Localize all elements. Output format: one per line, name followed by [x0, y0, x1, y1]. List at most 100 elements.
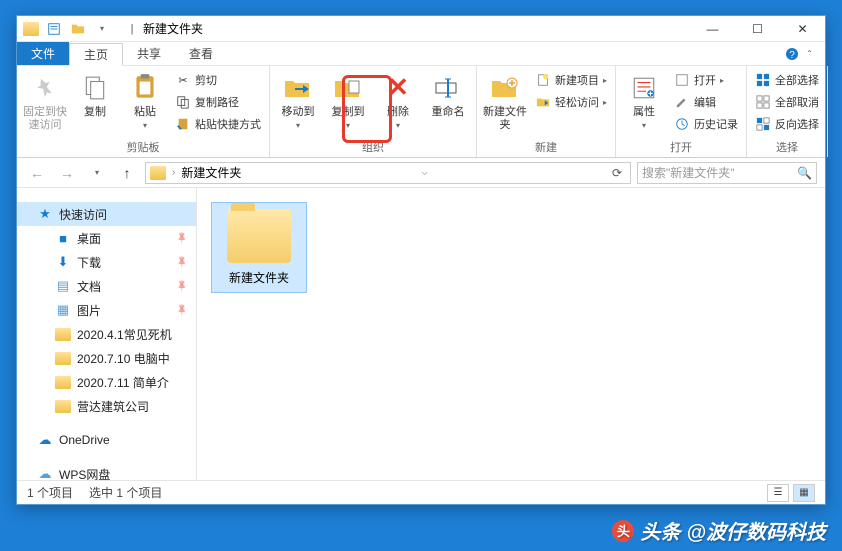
history-button[interactable]: 历史记录 [674, 114, 738, 134]
sidebar-item-folder3[interactable]: 2020.7.11 简单介 [17, 370, 196, 394]
recent-locations-button[interactable]: ▾ [85, 161, 109, 185]
search-input[interactable]: 搜索"新建文件夹" 🔍 [637, 162, 817, 184]
group-organize-label: 组织 [274, 137, 472, 157]
minimize-button[interactable]: — [690, 16, 735, 41]
status-bar: 1 个项目 选中 1 个项目 ☰ ▦ [17, 480, 825, 504]
folder-icon [55, 352, 71, 365]
qat-dropdown-icon[interactable]: ▾ [91, 19, 113, 39]
group-clipboard: 固定到快速访问 复制 粘贴 ▾ ✂剪切 复制路径 粘贴快捷方式 剪贴板 [17, 66, 270, 157]
folder-icon [55, 376, 71, 389]
open-button[interactable]: 打开 ▸ [674, 70, 738, 90]
watermark: 头 头条 @波仔数码科技 [612, 516, 826, 545]
ribbon: 固定到快速访问 复制 粘贴 ▾ ✂剪切 复制路径 粘贴快捷方式 剪贴板 [17, 66, 825, 158]
rename-label: 重命名 [432, 106, 465, 119]
sidebar-item-folder1[interactable]: 2020.4.1常见死机 [17, 322, 196, 346]
new-folder-button[interactable]: 新建文件夹 [481, 68, 529, 136]
easy-access-button[interactable]: 轻松访问 ▸ [535, 92, 607, 112]
copy-button[interactable]: 复制 [71, 68, 119, 123]
refresh-button[interactable]: ⟳ [608, 166, 626, 180]
download-icon: ⬇ [55, 254, 71, 270]
copy-label: 复制 [84, 106, 106, 119]
move-to-label: 移动到 [282, 106, 315, 119]
folder-icon [55, 400, 71, 413]
explorer-window: ▾ | 新建文件夹 — ☐ ✕ 文件 主页 共享 查看 ?⌃ 固定到快速访问 复… [16, 15, 826, 505]
tab-view[interactable]: 查看 [175, 42, 227, 65]
cloud-icon: ☁ [37, 432, 53, 448]
sidebar-item-wps[interactable]: ☁WPS网盘 [17, 462, 196, 480]
search-icon[interactable]: 🔍 [797, 166, 812, 180]
chevron-right-icon[interactable]: › [172, 167, 175, 178]
qat-properties-icon[interactable] [43, 19, 65, 39]
pin-to-quick-access-button[interactable]: 固定到快速访问 [21, 68, 69, 136]
back-button[interactable]: ← [25, 161, 49, 185]
sidebar-item-folder4[interactable]: 营达建筑公司 [17, 394, 196, 418]
group-select: 全部选择 全部取消 反向选择 选择 [747, 66, 828, 157]
navigation-pane[interactable]: ★快速访问 ■桌面 ⬇下载 ▤文档 ▦图片 2020.4.1常见死机 2020.… [17, 188, 197, 480]
group-clipboard-label: 剪贴板 [21, 137, 265, 157]
breadcrumb-segment[interactable]: 新建文件夹 [181, 164, 241, 181]
copy-to-label: 复制到 [332, 106, 365, 119]
sidebar-item-onedrive[interactable]: ☁OneDrive [17, 428, 196, 452]
window-title: 新建文件夹 [143, 20, 690, 37]
sidebar-item-pictures[interactable]: ▦图片 [17, 298, 196, 322]
copy-to-button[interactable]: 复制到▾ [324, 68, 372, 135]
breadcrumb-dropdown[interactable]: ⌵ [422, 168, 428, 178]
address-row: ← → ▾ ↑ › 新建文件夹 ⌵ ⟳ 搜索"新建文件夹" 🔍 [17, 158, 825, 188]
edit-button[interactable]: 编辑 [674, 92, 738, 112]
sidebar-item-documents[interactable]: ▤文档 [17, 274, 196, 298]
folder-icon [23, 22, 39, 36]
pin-label: 固定到快速访问 [23, 106, 67, 132]
close-button[interactable]: ✕ [780, 16, 825, 41]
folder-icon [227, 209, 291, 263]
invert-selection-button[interactable]: 反向选择 [755, 114, 819, 134]
group-open: 属性▾ 打开 ▸ 编辑 历史记录 打开 [616, 66, 747, 157]
select-all-button[interactable]: 全部选择 [755, 70, 819, 90]
qat-new-folder-icon[interactable] [67, 19, 89, 39]
svg-text:?: ? [790, 50, 796, 61]
delete-label: 删除 [387, 106, 409, 119]
tab-share[interactable]: 共享 [123, 42, 175, 65]
rename-button[interactable]: 重命名 [424, 68, 472, 123]
address-bar[interactable]: › 新建文件夹 ⌵ ⟳ [145, 162, 631, 184]
folder-icon [150, 166, 166, 180]
paste-button[interactable]: 粘贴 ▾ [121, 68, 169, 135]
watermark-icon: 头 [612, 520, 634, 542]
file-item-folder[interactable]: 新建文件夹 [211, 202, 307, 293]
paste-shortcut-button[interactable]: 粘贴快捷方式 [175, 114, 261, 134]
desktop-icon: ■ [55, 230, 71, 246]
titlebar[interactable]: ▾ | 新建文件夹 — ☐ ✕ [17, 16, 825, 42]
quick-access-toolbar: ▾ [43, 19, 113, 39]
maximize-button[interactable]: ☐ [735, 16, 780, 41]
tab-home[interactable]: 主页 [69, 43, 123, 66]
up-button[interactable]: ↑ [115, 161, 139, 185]
cloud-icon: ☁ [37, 466, 53, 480]
sidebar-item-desktop[interactable]: ■桌面 [17, 226, 196, 250]
paste-label: 粘贴 [134, 106, 156, 119]
pictures-icon: ▦ [55, 302, 71, 318]
star-icon: ★ [37, 206, 53, 222]
folder-icon [55, 328, 71, 341]
details-view-button[interactable]: ☰ [767, 484, 789, 502]
search-placeholder: 搜索"新建文件夹" [642, 164, 735, 181]
ribbon-tabs: 文件 主页 共享 查看 ?⌃ [17, 42, 825, 66]
sidebar-item-downloads[interactable]: ⬇下载 [17, 250, 196, 274]
move-to-button[interactable]: 移动到▾ [274, 68, 322, 135]
forward-button[interactable]: → [55, 161, 79, 185]
delete-button[interactable]: ✕ 删除▾ [374, 68, 422, 135]
cut-button[interactable]: ✂剪切 [175, 70, 261, 90]
qat-separator: | [121, 19, 143, 39]
status-item-count: 1 个项目 [27, 484, 73, 501]
tab-file[interactable]: 文件 [17, 42, 69, 65]
content-area[interactable]: 新建文件夹 [197, 188, 825, 480]
sidebar-item-quick-access[interactable]: ★快速访问 [17, 202, 196, 226]
group-new: 新建文件夹 新建项目 ▸ 轻松访问 ▸ 新建 [477, 66, 616, 157]
group-open-label: 打开 [620, 137, 742, 157]
new-item-button[interactable]: 新建项目 ▸ [535, 70, 607, 90]
copy-path-button[interactable]: 复制路径 [175, 92, 261, 112]
properties-button[interactable]: 属性▾ [620, 68, 668, 135]
icons-view-button[interactable]: ▦ [793, 484, 815, 502]
select-none-button[interactable]: 全部取消 [755, 92, 819, 112]
sidebar-item-folder2[interactable]: 2020.7.10 电脑中 [17, 346, 196, 370]
ribbon-help-icon[interactable]: ?⌃ [772, 42, 825, 65]
group-select-label: 选择 [751, 137, 823, 157]
